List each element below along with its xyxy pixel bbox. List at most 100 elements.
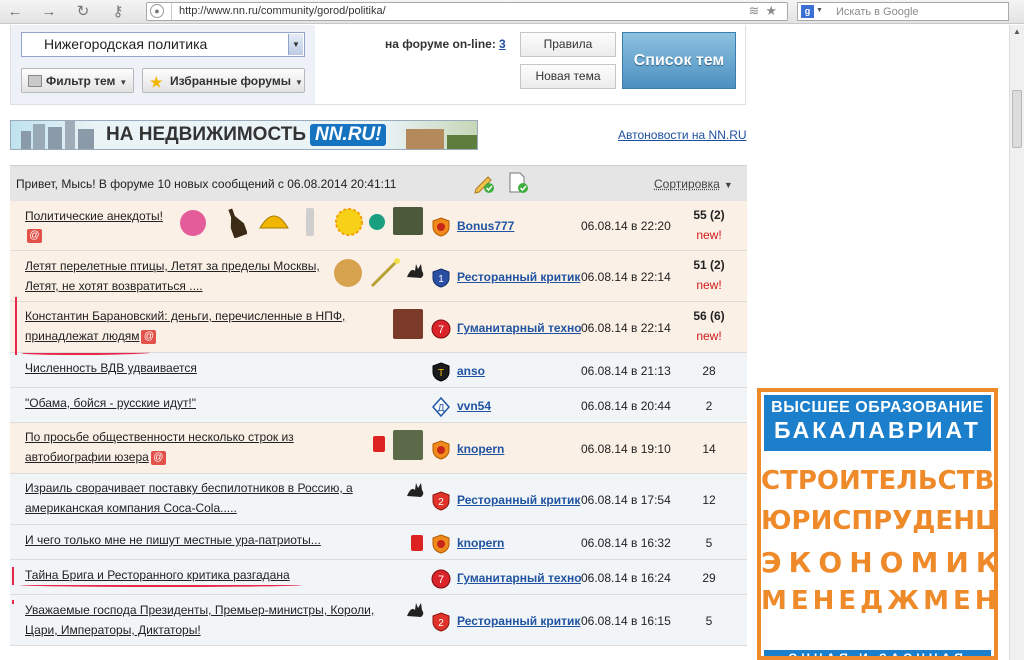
education-ad[interactable]: ВЫСШЕЕ ОБРАЗОВАНИЕ БАКАЛАВРИАТ СТРОИТЕЛЬ…	[757, 388, 998, 660]
topic-title-text[interactable]: Летят перелетные птицы, Летят за пределы…	[25, 259, 320, 273]
author-link[interactable]: Ресторанный критик	[457, 614, 581, 628]
topic-title-text[interactable]: Цари, Императоры, Диктаторы!	[25, 623, 201, 637]
table-row[interactable]: Уважаемые господа Президенты, Премьер-ми…	[10, 595, 747, 646]
scroll-thumb[interactable]	[1012, 90, 1022, 148]
dropdown-arrow-icon[interactable]: ▼	[288, 34, 303, 55]
dynamo-logo-icon: Д	[431, 396, 451, 418]
globe-icon: ●	[150, 4, 164, 18]
bottle-icon	[305, 207, 315, 237]
author-link[interactable]: knopern	[457, 442, 581, 456]
topic-title-link[interactable]: автобиографии юзера @	[25, 448, 166, 467]
author-link[interactable]: Ресторанный критик	[457, 270, 581, 284]
google-icon[interactable]: g	[801, 5, 814, 18]
topic-title-text[interactable]: Константин Барановский: деньги, перечисл…	[25, 309, 345, 323]
red-shield-2-icon: 2	[431, 491, 451, 511]
new-badge[interactable]: new!	[670, 228, 748, 242]
topic-title-text[interactable]: принадлежат людям	[25, 329, 139, 343]
table-row[interactable]: "Обама, бойся - русские идут!" Дvvn54 06.0…	[10, 388, 747, 423]
filter-topics-button[interactable]: Фильтр тем ▼	[21, 68, 134, 93]
building-shape	[33, 124, 45, 149]
topic-title-text[interactable]: "Обама, бойся - русские идут!"	[25, 396, 196, 410]
topic-title-text[interactable]: И чего только мне не пишут местные ура-п…	[25, 533, 321, 547]
panel-left-area: Нижегородская политика ▼ Фильтр тем ▼ ★ Из…	[11, 25, 315, 104]
scroll-up-icon[interactable]: ▲	[1011, 27, 1023, 39]
table-row[interactable]: Тайна Брига и Ресторанного критика разга…	[10, 560, 747, 595]
mention-badge[interactable]: @	[150, 451, 166, 465]
topic-title-link[interactable]: американская компания Coca-Cola.....	[25, 499, 237, 518]
document-check-icon[interactable]	[507, 172, 529, 194]
topic-title-text[interactable]: Тайна Брига и Ресторанного критика разга…	[25, 568, 290, 582]
pencil-check-icon[interactable]	[473, 172, 495, 194]
author-link[interactable]: knopern	[457, 536, 581, 550]
svg-text:7: 7	[438, 324, 444, 336]
topic-title-link[interactable]: принадлежат людям @	[25, 327, 157, 346]
url-text[interactable]: http://www.nn.ru/community/gorod/politik…	[179, 5, 386, 17]
vertical-scrollbar[interactable]: ▲	[1009, 25, 1024, 660]
topic-title-text[interactable]: Численность ВДВ удваивается	[25, 361, 197, 375]
reply-count: 51 (2)	[670, 258, 748, 272]
table-row[interactable]: Политические анекдоты! @ Bonus777 06.08.14 …	[10, 201, 747, 251]
topics-list-button[interactable]: Список тем	[622, 32, 736, 89]
topic-title-text[interactable]: американская компания Coca-Cola.....	[25, 501, 237, 515]
topic-title-link[interactable]: По просьбе общественности несколько стро…	[25, 428, 294, 447]
forward-icon[interactable]: →	[40, 3, 58, 21]
topic-title-link[interactable]: Цари, Императоры, Диктаторы!	[25, 621, 201, 640]
favorite-forums-button[interactable]: ★ Избранные форумы ▼	[142, 68, 305, 93]
author-link[interactable]: Ресторанный критик	[457, 493, 581, 507]
mention-badge[interactable]: @	[27, 229, 42, 243]
author-link[interactable]: vvn54	[457, 399, 581, 413]
table-row[interactable]: Численность ВДВ удваивается Tanso 06.08.14…	[10, 353, 747, 388]
banner-brand: NN.RU!	[309, 124, 387, 146]
sun-icon	[333, 206, 365, 238]
topic-title-link[interactable]: Численность ВДВ удваивается	[25, 359, 197, 378]
real-estate-banner[interactable]: НА НЕДВИЖИМОСТЬ NN.RU!	[10, 120, 478, 150]
topic-title-link[interactable]: Летят, не хотят возвратиться ....	[25, 277, 203, 296]
reload-icon[interactable]: ↻	[74, 3, 92, 21]
table-row[interactable]: По просьбе общественности несколько стро…	[10, 423, 747, 474]
new-badge[interactable]: new!	[670, 278, 748, 292]
topic-title-text[interactable]: Израиль сворачивает поставку беспилотник…	[25, 481, 353, 495]
topic-title-link[interactable]: Уважаемые господа Президенты, Премьер-ми…	[25, 601, 374, 620]
building-shape	[78, 129, 94, 149]
topic-title-link[interactable]: Летят перелетные птицы, Летят за пределы…	[25, 257, 320, 276]
key-icon[interactable]: ⚷	[106, 3, 130, 21]
topic-title-text[interactable]: По просьбе общественности несколько стро…	[25, 430, 294, 444]
author-link[interactable]: Гуманитарный техно	[457, 571, 581, 585]
topic-title-text[interactable]: автобиографии юзера	[25, 450, 149, 464]
new-badge[interactable]: new!	[670, 329, 748, 343]
topic-title-text[interactable]: Уважаемые господа Президенты, Премьер-ми…	[25, 603, 374, 617]
topic-title-link[interactable]: Израиль сворачивает поставку беспилотник…	[25, 479, 353, 498]
address-bar[interactable]: ● http://www.nn.ru/community/gorod/polit…	[146, 2, 788, 21]
star-icon: ★	[765, 3, 783, 18]
search-placeholder[interactable]: Искать в Google	[836, 6, 919, 18]
topic-title-text[interactable]: Политические анекдоты!	[25, 209, 163, 223]
table-row[interactable]: И чего только мне не пишут местные ура-п…	[10, 525, 747, 560]
auto-news-link[interactable]: Автоновости на NN.RU	[618, 128, 747, 142]
new-topic-button[interactable]: Новая тема	[520, 64, 616, 89]
last-post-date: 06.08.14 в 22:14	[581, 270, 671, 284]
search-box[interactable]: g ▼ Искать в Google	[797, 2, 1009, 21]
back-icon[interactable]: ←	[6, 3, 24, 21]
reply-count-value: 56	[693, 309, 707, 323]
topic-title-text[interactable]: Летят, не хотят возвратиться ....	[25, 279, 203, 293]
topic-title-link[interactable]: "Обама, бойся - русские идут!"	[25, 394, 196, 413]
topic-title-link[interactable]: И чего только мне не пишут местные ура-п…	[25, 531, 321, 550]
topic-title-link[interactable]: Политические анекдоты!	[25, 207, 163, 226]
annotation-underline-mark	[20, 583, 302, 587]
author-link[interactable]: Bonus777	[457, 219, 581, 233]
author-link[interactable]: anso	[457, 364, 581, 378]
mention-badge[interactable]: @	[141, 330, 157, 344]
basket-icon	[333, 258, 363, 288]
sort-dropdown[interactable]: Сортировка ▼	[654, 177, 733, 191]
table-row[interactable]: Константин Барановский: деньги, перечисл…	[10, 302, 747, 353]
author-link[interactable]: Гуманитарный техно	[457, 321, 581, 335]
online-count-link[interactable]: 3	[499, 37, 506, 51]
rules-button[interactable]: Правила	[520, 32, 616, 57]
search-engine-caret-icon[interactable]: ▼	[816, 7, 823, 14]
table-row[interactable]: Летят перелетные птицы, Летят за пределы…	[10, 251, 747, 302]
table-row[interactable]: Израиль сворачивает поставку беспилотник…	[10, 474, 747, 525]
medal-icon	[372, 435, 386, 453]
forum-select[interactable]: Нижегородская политика ▼	[21, 32, 305, 57]
rss-star-icons[interactable]: ≋★	[748, 3, 783, 19]
topic-title-link[interactable]: Константин Барановский: деньги, перечисл…	[25, 307, 345, 326]
